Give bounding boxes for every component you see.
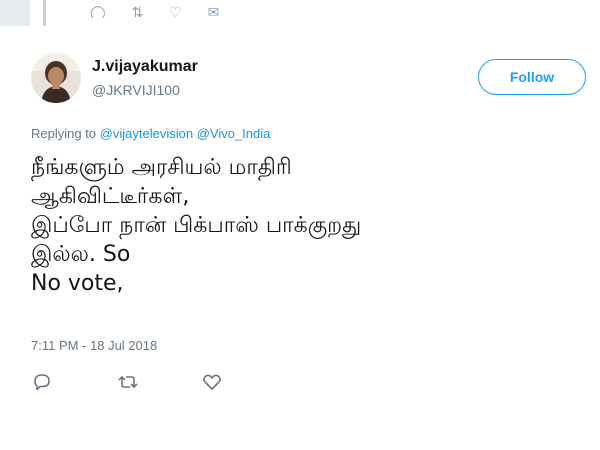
tweet-line: இல்ல. So <box>31 242 131 267</box>
reply-icon <box>34 374 50 391</box>
author-name[interactable]: J.vijayakumar <box>92 58 198 76</box>
tweet-line: ஆகிவிட்டீர்கள், <box>31 184 190 209</box>
previous-tweet-actions: ◯ ⇅ ♡ ✉ <box>90 4 239 18</box>
like-icon <box>203 374 221 390</box>
retweet-icon[interactable]: ⇅ <box>132 4 146 18</box>
replying-to-label: Replying to <box>31 126 97 141</box>
avatar[interactable] <box>31 53 81 103</box>
tweet-timestamp[interactable]: 7:11 PM - 18 Jul 2018 <box>31 338 157 353</box>
mention-link-vivo-india[interactable]: @Vivo_India <box>197 126 271 141</box>
tweet-line: இப்போ நான் பிக்பாஸ் பாக்குறது <box>31 213 362 238</box>
reply-icon[interactable]: ◯ <box>90 4 108 18</box>
retweet-icon <box>118 375 138 389</box>
author-handle[interactable]: @JKRVIJI100 <box>92 82 180 98</box>
like-icon[interactable]: ♡ <box>169 4 184 18</box>
share-icon[interactable]: ✉ <box>208 4 222 18</box>
like-button[interactable] <box>201 371 223 393</box>
mention-link-vijaytelevision[interactable]: @vijaytelevision <box>100 126 193 141</box>
retweet-button[interactable] <box>117 371 139 393</box>
replying-to: Replying to @vijaytelevision @Vivo_India <box>31 126 270 141</box>
avatar-photo-icon <box>31 53 81 103</box>
follow-button[interactable]: Follow <box>478 59 586 95</box>
reply-button[interactable] <box>31 371 53 393</box>
tweet-line: நீங்களும் அரசியல் மாதிரி <box>31 155 292 180</box>
thread-connector-line <box>43 0 46 26</box>
tweet-line: No vote, <box>31 271 124 296</box>
tweet-text: நீங்களும் அரசியல் மாதிரி ஆகிவிட்டீர்கள்,… <box>31 153 591 298</box>
